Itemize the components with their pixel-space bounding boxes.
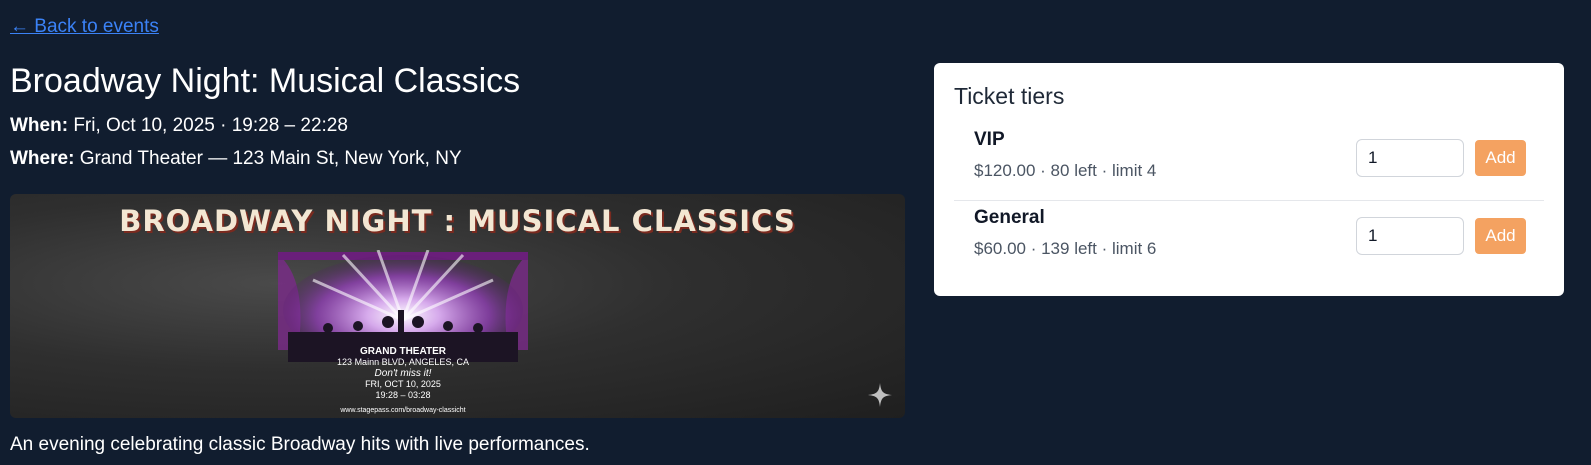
ticket-tiers-heading: Ticket tiers bbox=[954, 83, 1065, 109]
event-detail-page: ← Back to events Broadway Night: Musical… bbox=[0, 0, 1591, 465]
when-label: When: bbox=[10, 115, 69, 136]
vip-add-button[interactable]: Add bbox=[1475, 140, 1526, 176]
event-description: An evening celebrating classic Broadway … bbox=[10, 434, 590, 455]
banner-headline: BROADWAY NIGHT : MUSICAL CLASSICS bbox=[119, 204, 796, 238]
sparkle-icon bbox=[868, 383, 892, 407]
ticket-tier-row-general: General $60.00 · 139 left · limit 6 Add bbox=[954, 203, 1544, 279]
banner-date: FRI, OCT 10, 2025 bbox=[365, 379, 441, 389]
vip-quantity-input[interactable] bbox=[1356, 139, 1464, 177]
banner-address: 123 Mainn BLVD, ANGELES, CA bbox=[337, 357, 469, 367]
where-value: Grand Theater — 123 Main St, New York, N… bbox=[79, 148, 462, 169]
banner-url: www.stagepass.com/broadway-classicht bbox=[340, 407, 466, 414]
where-label: Where: bbox=[10, 148, 75, 169]
event-title: Broadway Night: Musical Classics bbox=[10, 62, 521, 100]
banner-venue: GRAND THEATER bbox=[360, 346, 446, 357]
ticket-tier-row-vip: VIP $120.00 · 80 left · limit 4 Add bbox=[954, 125, 1544, 201]
tier-detail: $60.00 · 139 left · limit 6 bbox=[974, 239, 1157, 258]
event-where: Where: Grand Theater — 123 Main St, New … bbox=[10, 148, 462, 170]
when-value: Fri, Oct 10, 2025 · 19:28 – 22:28 bbox=[73, 115, 348, 136]
tier-name: General bbox=[974, 207, 1045, 228]
tier-name: VIP bbox=[974, 129, 1005, 150]
banner-time: 19:28 – 03:28 bbox=[375, 390, 431, 400]
banner-tagline: Don't miss it! bbox=[374, 368, 432, 379]
tier-detail: $120.00 · 80 left · limit 4 bbox=[974, 161, 1157, 180]
banner-event-info: GRAND THEATER 123 Mainn BLVD, ANGELES, C… bbox=[268, 346, 538, 416]
general-add-button[interactable]: Add bbox=[1475, 218, 1526, 254]
event-banner-image: BROADWAY NIGHT : MUSICAL CLASSICS GRAND … bbox=[10, 194, 905, 418]
back-to-events-link[interactable]: ← Back to events bbox=[10, 16, 159, 38]
event-when: When: Fri, Oct 10, 2025 · 19:28 – 22:28 bbox=[10, 115, 348, 137]
ticket-tiers-card: Ticket tiers VIP $120.00 · 80 left · lim… bbox=[934, 63, 1564, 296]
general-quantity-input[interactable] bbox=[1356, 217, 1464, 255]
